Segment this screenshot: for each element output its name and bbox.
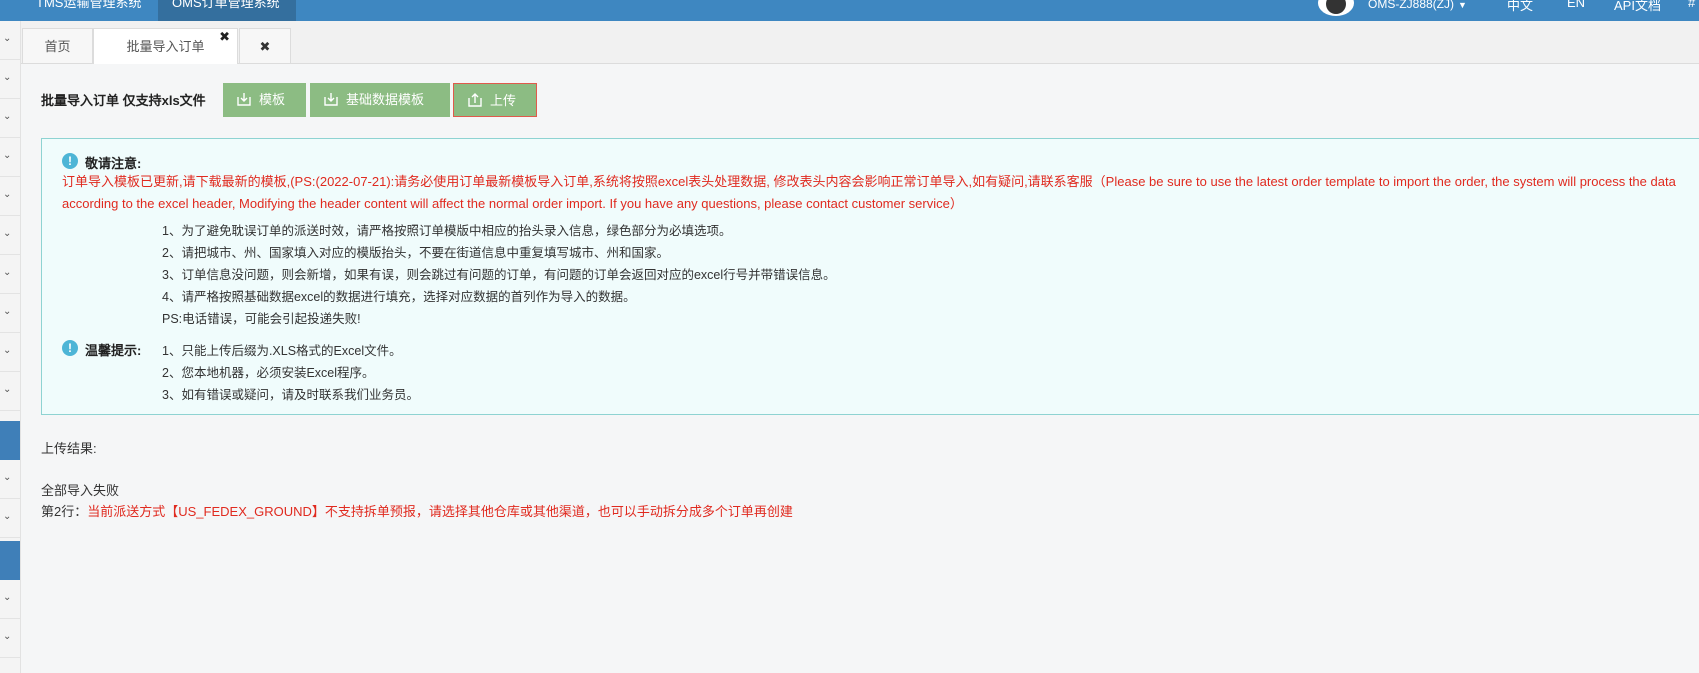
sidebar-item[interactable]: ⌄ (0, 60, 20, 99)
chevron-down-icon: ⌄ (3, 345, 12, 356)
close-icon[interactable]: ✖ (219, 19, 230, 54)
upload-result-row: 第2行：当前派送方式【US_FEDEX_GROUND】不支持拆单预报，请选择其他… (41, 501, 793, 520)
tip-item: 3、如有错误或疑问，请及时联系我们业务员。 (162, 388, 419, 402)
caret-down-icon: ▼ (1458, 0, 1467, 10)
sidebar: ⌄ ⌄ ⌄ ⌄ ⌄ ⌄ ⌄ ⌄ ⌄ ⌄ ⌄ ⌄ ⌄ ⌄ (0, 21, 21, 673)
page-title: 批量导入订单 仅支持xls文件 (41, 93, 206, 108)
chevron-down-icon: ⌄ (3, 472, 12, 483)
chevron-down-icon: ⌄ (3, 189, 12, 200)
sidebar-item-active[interactable] (0, 421, 20, 460)
notice-heading: 敬请注意: (85, 156, 142, 171)
chevron-down-icon: ⌄ (3, 511, 12, 522)
sidebar-item[interactable]: ⌄ (0, 460, 20, 499)
chevron-down-icon: ⌄ (3, 267, 12, 278)
notice-item: 2、请把城市、州、国家填入对应的模版抬头，不要在街道信息中重复填写城市、州和国家… (162, 246, 669, 260)
exclamation-circle-icon: ! (62, 340, 78, 356)
upload-icon (468, 93, 482, 107)
base-data-template-button-label: 基础数据模板 (346, 92, 425, 107)
tab-home[interactable]: 首页 (22, 28, 93, 63)
tab-batch-import[interactable]: 批量导入订单 ✖ (93, 28, 238, 64)
notice-item: 3、订单信息没问题，则会新增，如果有误，则会跳过有问题的订单，有问题的订单会返回… (162, 268, 836, 282)
sidebar-item[interactable]: ⌄ (0, 255, 20, 294)
download-icon (324, 93, 338, 106)
sidebar-item[interactable]: ⌄ (0, 99, 20, 138)
system-tab-oms[interactable]: OMS订单管理系统 (158, 0, 296, 21)
chevron-down-icon: ⌄ (3, 592, 12, 603)
top-navbar: TMS运输管理系统 OMS订单管理系统 OMS-ZJ888(ZJ) ▼ 中文 EN… (0, 0, 1699, 21)
exclamation-circle-icon: ! (62, 153, 78, 169)
topbar-extra[interactable]: # (1688, 0, 1695, 10)
tab-bar: 首页 批量导入订单 ✖ ✖ (21, 21, 1699, 64)
row-prefix: 第2行： (41, 504, 88, 519)
sidebar-item[interactable]: ⌄ (0, 499, 20, 538)
system-tab-tms[interactable]: TMS运输管理系统 (36, 0, 141, 21)
notice-panel: ! 敬请注意: 订单导入模板已更新,请下载最新的模板,(PS:(2022-07-… (41, 138, 1699, 415)
avatar[interactable] (1318, 0, 1354, 16)
sidebar-item[interactable]: ⌄ (0, 294, 20, 333)
upload-result-status: 全部导入失败 (41, 483, 120, 498)
sidebar-item[interactable]: ⌄ (0, 177, 20, 216)
base-data-template-download-button[interactable]: 基础数据模板 (310, 83, 450, 117)
download-icon (237, 93, 251, 106)
notice-ps: PS:电话错误，可能会引起投递失败! (162, 312, 361, 326)
tip-item: 1、只能上传后缀为.XLS格式的Excel文件。 (162, 344, 402, 358)
sidebar-item[interactable]: ⌄ (0, 216, 20, 255)
upload-result-label: 上传结果: (41, 441, 97, 456)
notice-item: 4、请严格按照基础数据excel的数据进行填充，选择对应数据的首列作为导入的数据… (162, 290, 636, 304)
chevron-down-icon: ⌄ (3, 228, 12, 239)
chevron-down-icon: ⌄ (3, 150, 12, 161)
sidebar-item[interactable]: ⌄ (0, 333, 20, 372)
chevron-down-icon: ⌄ (3, 384, 12, 395)
template-download-button[interactable]: 模板 (223, 83, 306, 117)
sidebar-item[interactable]: ⌄ (0, 619, 20, 658)
row-error-message: 当前派送方式【US_FEDEX_GROUND】不支持拆单预报，请选择其他仓库或其… (87, 504, 793, 519)
sidebar-item[interactable]: ⌄ (0, 21, 20, 60)
chevron-down-icon: ⌄ (3, 111, 12, 122)
sidebar-item-active[interactable] (0, 541, 20, 580)
close-icon: ✖ (259, 39, 271, 54)
chevron-down-icon: ⌄ (3, 33, 12, 44)
sidebar-item[interactable]: ⌄ (0, 372, 20, 411)
user-name: OMS-ZJ888(ZJ) (1368, 0, 1455, 11)
lang-cn-link[interactable]: 中文 (1507, 0, 1533, 14)
template-button-label: 模板 (259, 92, 286, 107)
lang-en-link[interactable]: EN (1567, 0, 1585, 10)
tab-batch-import-label: 批量导入订单 (126, 39, 205, 54)
chevron-down-icon: ⌄ (3, 72, 12, 83)
notice-red-text: 订单导入模板已更新,请下载最新的模板,(PS:(2022-07-21):请务必使… (62, 174, 1676, 211)
upload-button-label: 上传 (490, 93, 517, 108)
close-all-tabs-button[interactable]: ✖ (239, 28, 291, 63)
chevron-down-icon: ⌄ (3, 631, 12, 642)
chevron-down-icon: ⌄ (3, 306, 12, 317)
notice-item: 1、为了避免耽误订单的派送时效，请严格按照订单模版中相应的抬头录入信息，绿色部分… (162, 224, 732, 238)
tab-home-label: 首页 (44, 39, 71, 54)
sidebar-item[interactable]: ⌄ (0, 138, 20, 177)
tip-item: 2、您本地机器，必须安装Excel程序。 (162, 366, 375, 380)
upload-button[interactable]: 上传 (453, 83, 537, 117)
sidebar-item[interactable]: ⌄ (0, 580, 20, 619)
tips-heading: 温馨提示: (85, 343, 142, 358)
api-docs-link[interactable]: API文档 (1614, 0, 1661, 14)
user-menu[interactable]: OMS-ZJ888(ZJ) ▼ (1368, 0, 1467, 11)
